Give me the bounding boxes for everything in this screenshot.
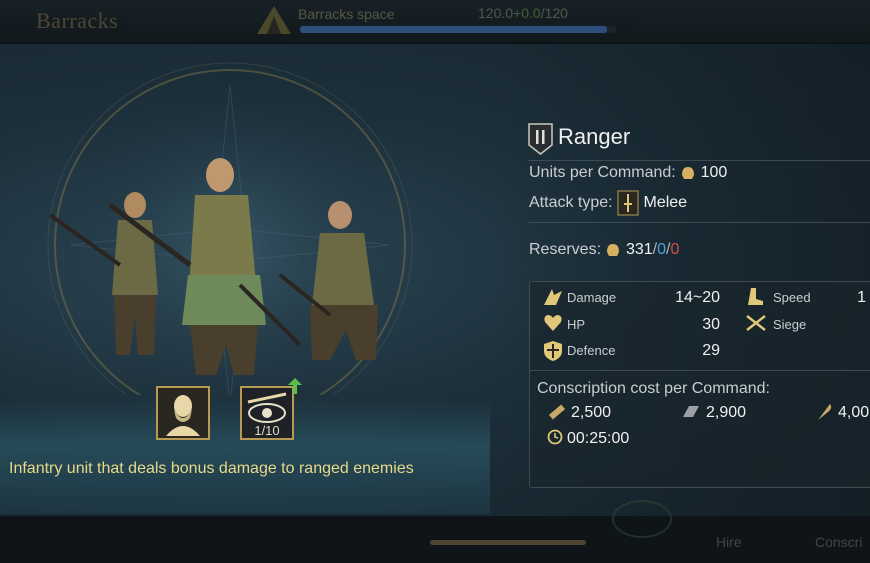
scroll-indicator	[430, 540, 586, 545]
siege-label: Siege	[773, 317, 807, 332]
wood-icon	[548, 404, 566, 420]
bearded-commander-portrait-icon	[166, 395, 200, 436]
hp-label: HP	[567, 317, 586, 332]
shield-icon	[544, 341, 562, 361]
barracks-space-label: Barracks space	[298, 6, 395, 22]
attack-type-row: Attack type: Melee	[529, 190, 687, 216]
siege-icon	[746, 315, 766, 331]
conscription-time: 00:25:00	[567, 430, 630, 447]
barracks-space-value: 120.0+0.0/120	[478, 5, 568, 21]
conscript-button[interactable]: Conscri	[815, 534, 862, 550]
barracks-space-bar-fill	[300, 26, 607, 33]
commander-badge[interactable]	[156, 386, 210, 440]
damage-icon	[544, 289, 562, 305]
boot-icon	[748, 288, 763, 305]
reserves-row: Reserves: 331/0/0	[529, 241, 680, 258]
barracks-title: Barracks	[36, 8, 119, 33]
defence-label: Defence	[567, 343, 616, 358]
shield-rank-II-icon	[528, 123, 553, 155]
skill-level: 1/10	[254, 423, 280, 438]
iron-cost: 2,900	[706, 404, 747, 421]
iron-icon	[683, 406, 699, 417]
skill-badge[interactable]: 1/10	[240, 378, 302, 440]
barracks-tent-icon	[257, 6, 291, 34]
upgrade-arrow-icon	[288, 378, 302, 394]
damage-value: 14~20	[675, 289, 720, 306]
unit-description: Infantry unit that deals bonus damage to…	[9, 460, 414, 477]
sword-icon	[617, 190, 639, 216]
third-resource-cost: 4,00	[838, 404, 870, 421]
top-bar: Barracks Barracks space 120.0+0.0/120	[0, 0, 870, 42]
damage-label: Damage	[567, 290, 617, 305]
wood-cost: 2,500	[571, 404, 612, 421]
feather-icon	[818, 404, 832, 420]
barracks-space-bar	[300, 26, 616, 33]
units-per-command-row: Units per Command: 100	[529, 164, 728, 181]
speed-value: 1	[857, 289, 866, 306]
hire-button[interactable]: Hire	[716, 534, 742, 550]
helmet-icon	[607, 243, 620, 256]
defence-value: 29	[702, 342, 720, 359]
helmet-icon	[682, 166, 695, 179]
conscription-title: Conscription cost per Command:	[537, 380, 770, 397]
heart-icon	[544, 315, 562, 331]
clock-icon	[547, 429, 563, 445]
ranger-unit-artwork	[47, 62, 413, 395]
unit-name: Ranger	[558, 124, 631, 149]
speed-label: Speed	[773, 290, 811, 305]
hp-value: 30	[702, 316, 720, 333]
